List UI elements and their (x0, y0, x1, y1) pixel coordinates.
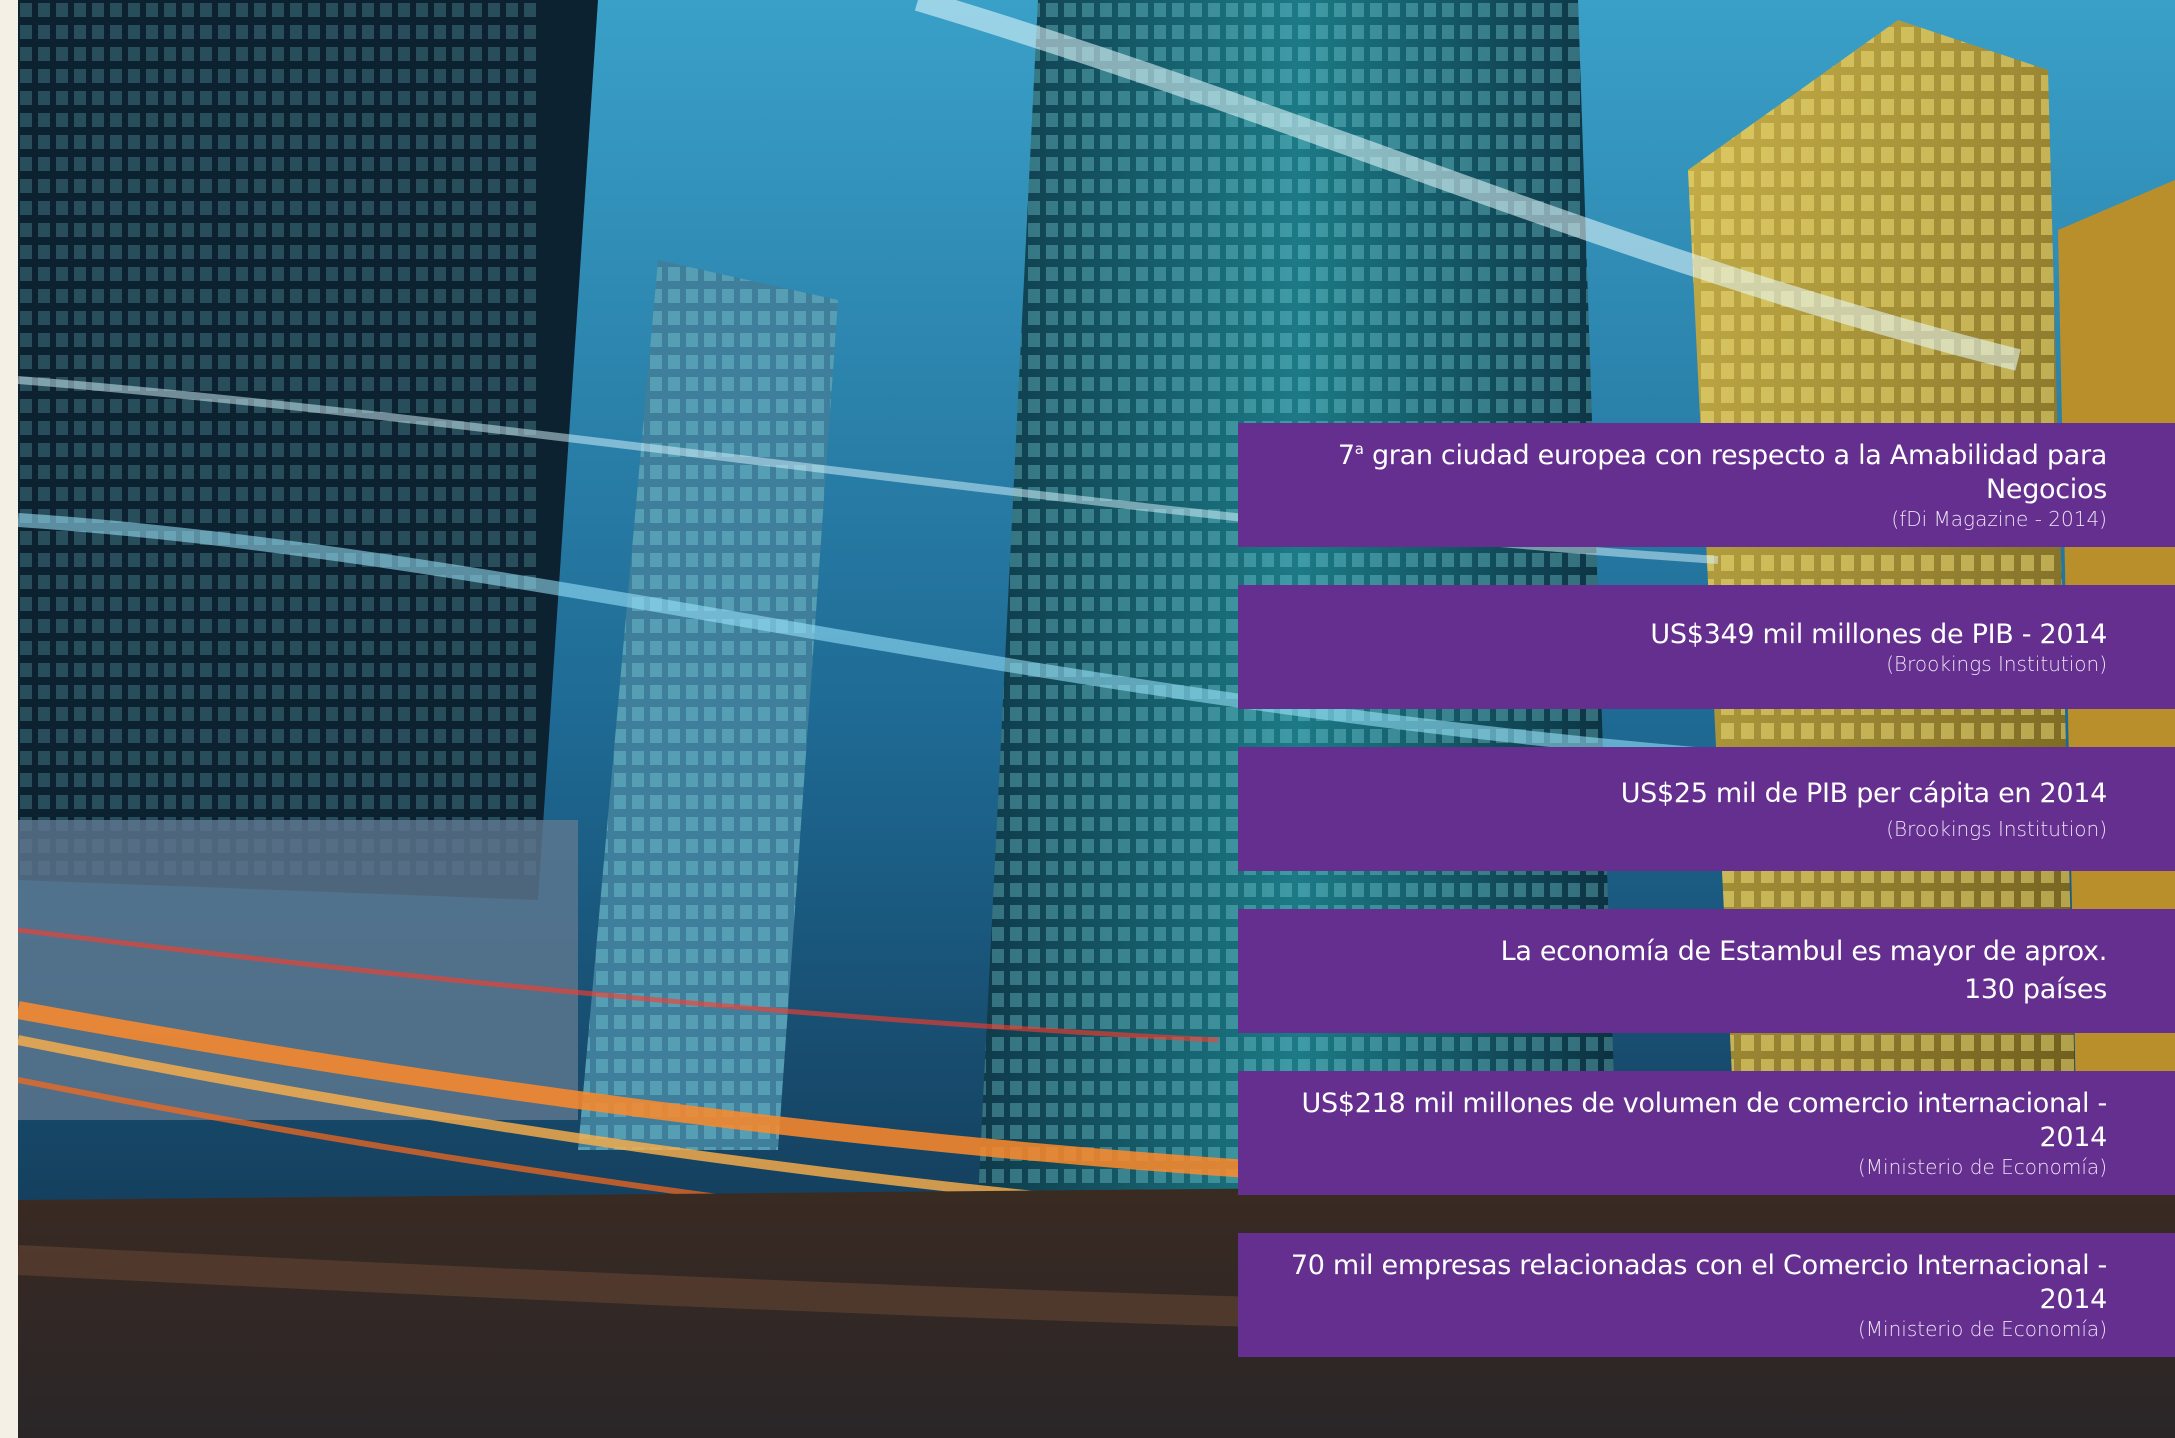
stat-source-text: (Ministerio de Economía) (1857, 1155, 2107, 1179)
stat-economy-size: La economía de Estambul es mayor de apro… (1238, 909, 2175, 1033)
stat-gdp-per-capita: US$25 mil de PIB per cápita en 2014 (Bro… (1238, 747, 2175, 871)
stat-main-text: US$25 mil de PIB per cápita en 2014 (1620, 778, 2108, 809)
stat-main-text: 70 mil empresas relacionadas con el Come… (1290, 1250, 2107, 1315)
stats-panel-list: 7a gran ciudad europea con respecto a la… (0, 0, 2175, 1438)
stat-gdp: US$349 mil millones de PIB - 2014 (Brook… (1238, 585, 2175, 709)
stat-main-text-line2: 130 países (1963, 974, 2107, 1005)
stat-main-text: US$218 mil millones de volumen de comerc… (1301, 1088, 2108, 1153)
stat-source-text: (Brookings Institution) (1886, 817, 2107, 841)
stat-source-text: (fDi Magazine - 2014) (1891, 507, 2107, 531)
stat-trade-volume: US$218 mil millones de volumen de comerc… (1238, 1071, 2175, 1195)
stat-trade-companies: 70 mil empresas relacionadas con el Come… (1238, 1233, 2175, 1357)
stat-main-text: US$349 mil millones de PIB - 2014 (1650, 619, 2107, 650)
stat-main-text: 7a gran ciudad europea con respecto a la… (1337, 440, 2107, 505)
stat-source-text: (Ministerio de Economía) (1857, 1317, 2107, 1341)
stat-business-friendliness: 7a gran ciudad europea con respecto a la… (1238, 423, 2175, 547)
stat-main-text: La economía de Estambul es mayor de apro… (1500, 936, 2108, 967)
stat-source-text: (Brookings Institution) (1886, 652, 2107, 676)
